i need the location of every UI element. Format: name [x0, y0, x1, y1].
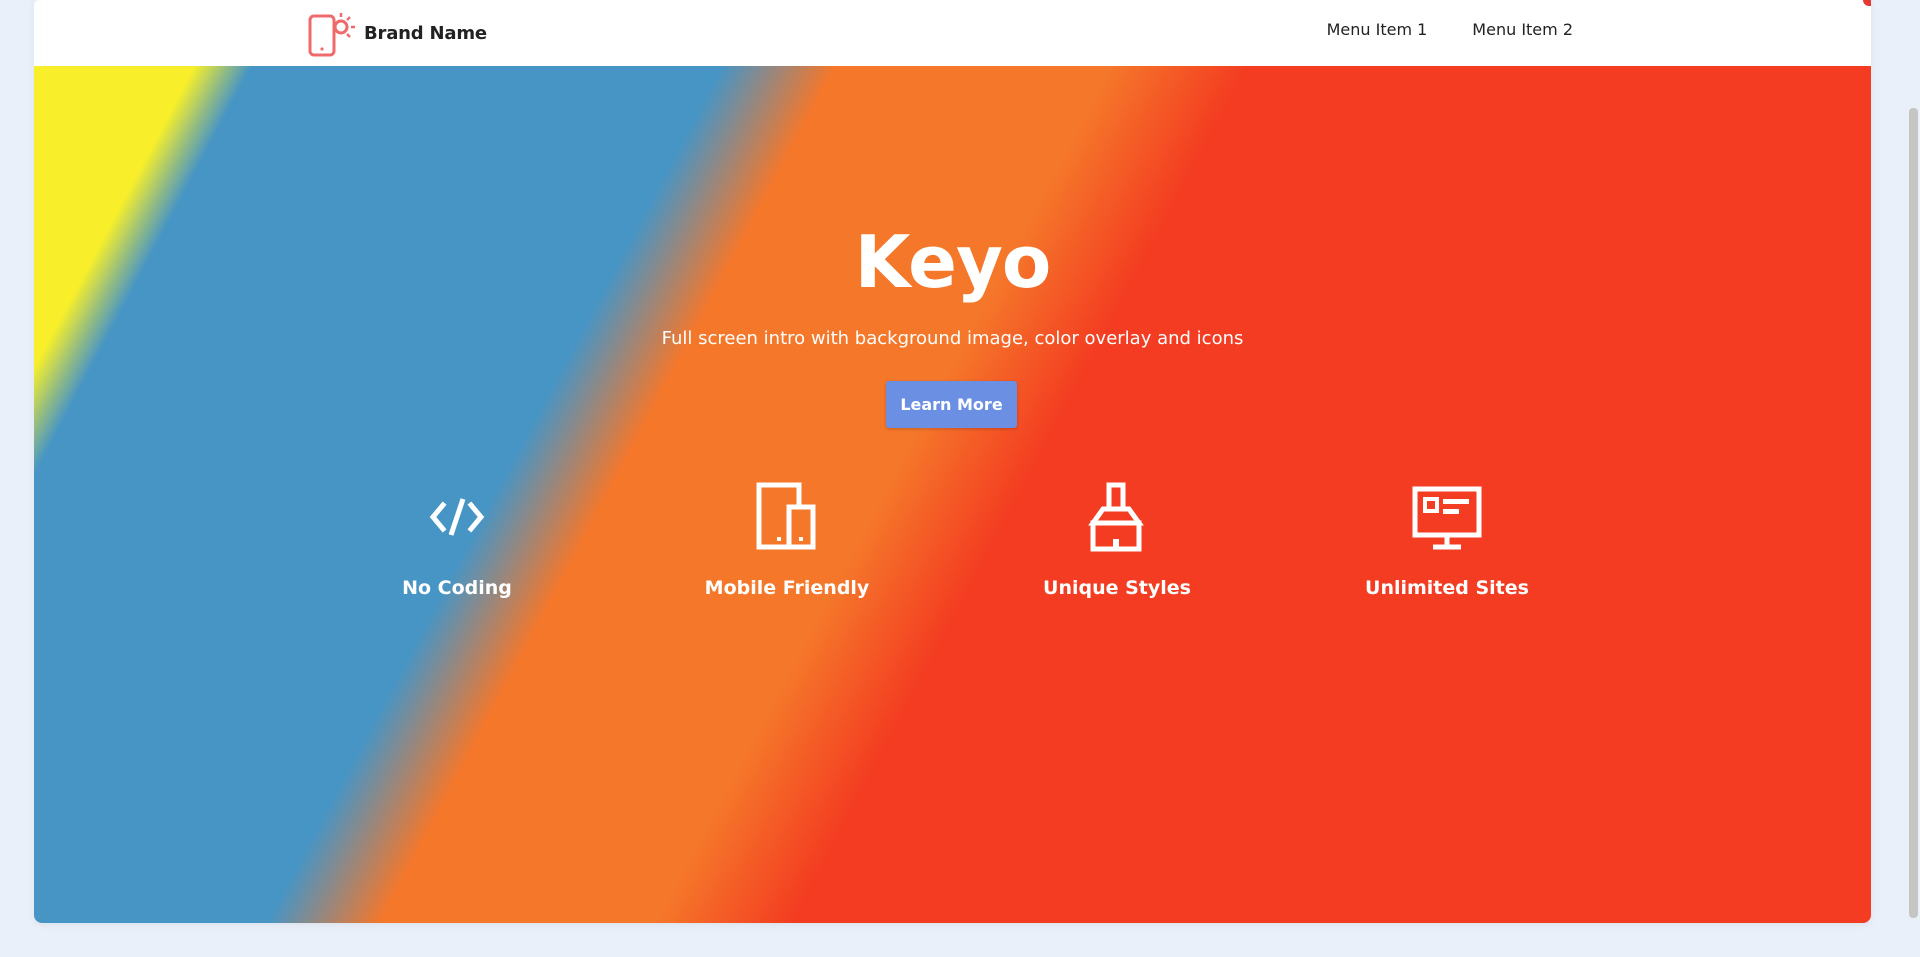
feature-no-coding: No Coding	[337, 481, 577, 599]
feature-label: Mobile Friendly	[704, 577, 870, 599]
learn-more-button[interactable]: Learn More	[886, 381, 1017, 428]
devices-icon	[756, 482, 816, 550]
monitor-icon	[1412, 486, 1482, 550]
top-navbar: Brand Name Menu Item 1 Menu Item 2	[34, 0, 1871, 66]
feature-list: No Coding Mobile Friendly Unique Styles …	[34, 481, 1871, 621]
feature-unlimited-sites: Unlimited Sites	[1327, 481, 1567, 599]
code-icon	[429, 498, 485, 536]
main-menu: Menu Item 1 Menu Item 2	[1327, 20, 1573, 39]
feature-label: Unlimited Sites	[1365, 577, 1529, 599]
brand-name: Brand Name	[364, 22, 487, 44]
scrollbar[interactable]	[1906, 0, 1920, 957]
corner-accent	[1863, 0, 1871, 6]
feature-unique-styles: Unique Styles	[997, 481, 1237, 599]
hero-title: Keyo	[854, 220, 1052, 304]
scrollbar-thumb[interactable]	[1909, 108, 1918, 918]
phone-idea-icon	[308, 13, 355, 57]
menu-item-2[interactable]: Menu Item 2	[1472, 20, 1573, 39]
hero-section: Keyo Full screen intro with background i…	[34, 66, 1871, 923]
feature-label: No Coding	[402, 577, 512, 599]
hero-subtitle: Full screen intro with background image,…	[661, 328, 1244, 349]
brand-link[interactable]: Brand Name	[308, 9, 487, 57]
paint-brush-icon	[1088, 482, 1144, 552]
page-frame: Brand Name Menu Item 1 Menu Item 2 Keyo …	[34, 0, 1871, 923]
feature-mobile-friendly: Mobile Friendly	[667, 481, 907, 599]
hero-overlay: Keyo Full screen intro with background i…	[34, 66, 1871, 923]
feature-label: Unique Styles	[1043, 577, 1191, 599]
menu-item-1[interactable]: Menu Item 1	[1327, 20, 1428, 39]
